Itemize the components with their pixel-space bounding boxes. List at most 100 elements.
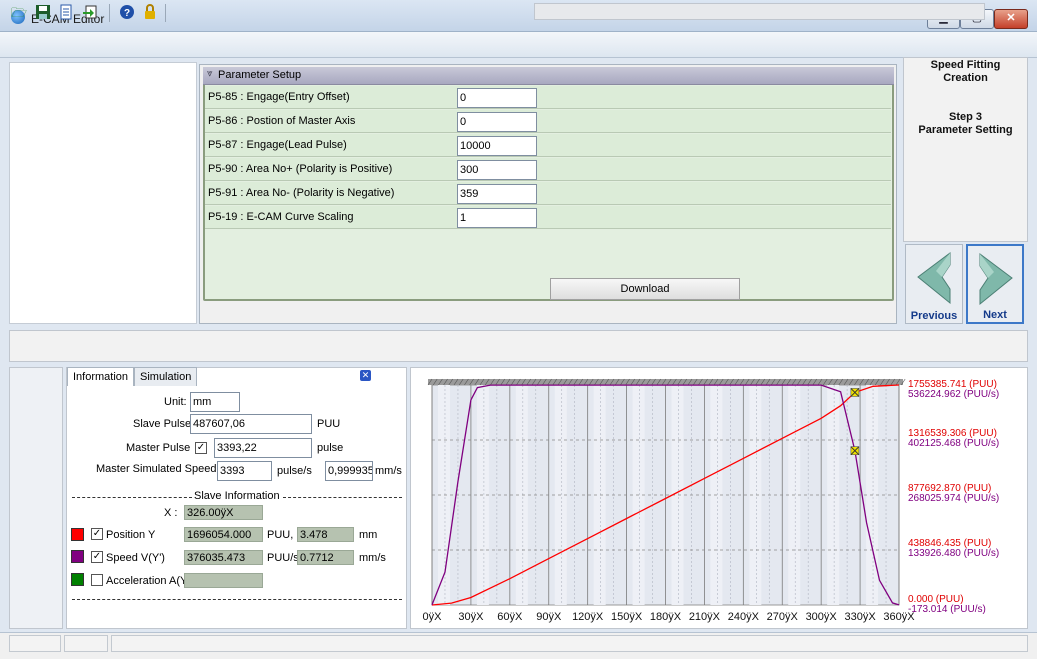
toolbar-status-box (534, 3, 985, 20)
left-panel (9, 62, 197, 324)
acceleration-label: Acceleration A(Y (106, 575, 188, 587)
master-speed-field-2[interactable]: 0,999935 (325, 461, 373, 481)
chevron-down-icon[interactable]: ⩔ (207, 68, 213, 79)
param-input[interactable] (457, 160, 537, 180)
position-unit-2: mm (359, 529, 378, 541)
unit-label: Unit: (164, 396, 187, 408)
wizard-title-line1: Speed Fitting (930, 59, 1001, 71)
speed-checkbox[interactable]: ✓ (91, 551, 103, 563)
divider (72, 599, 402, 600)
param-input[interactable] (457, 136, 537, 156)
position-unit: PUU, (267, 529, 294, 541)
param-row: P5-19 : E-CAM Curve Scaling (205, 206, 891, 229)
slave-pulse-label: Slave Pulse (133, 418, 192, 430)
next-button[interactable]: Next (966, 244, 1024, 324)
status-cell (111, 635, 1028, 652)
arrow-left-icon (917, 252, 951, 305)
toolbar-separator (109, 4, 110, 22)
speed-value-2: 0.7712 (297, 550, 354, 565)
param-row: P5-85 : Engage(Entry Offset) (205, 86, 891, 109)
speed-axis-label: -173.014 (PUU/s) (908, 604, 986, 615)
master-speed-label: Master Simulated Speed (96, 463, 217, 475)
divider (72, 497, 192, 498)
acceleration-value (184, 573, 263, 588)
message-bar (9, 330, 1028, 362)
x-tick-label: 90ÿX (536, 611, 562, 623)
x-tick-label: 300ÿX (806, 611, 838, 623)
lock-icon[interactable] (141, 4, 159, 22)
x-tick-label: 210ÿX (689, 611, 721, 623)
master-speed-unit-2: mm/s (375, 465, 402, 477)
x-tick-label: 180ÿX (650, 611, 682, 623)
x-tick-label: 30ÿX (458, 611, 484, 623)
param-label: P5-90 : Area No+ (Polarity is Positive) (208, 163, 393, 175)
x-tick-label: 120ÿX (572, 611, 604, 623)
previous-button[interactable]: Previous (905, 244, 963, 324)
slave-pulse-field[interactable]: 487607,06 (190, 414, 312, 434)
divider (283, 497, 402, 498)
open-folder-icon[interactable]: 🗁 (10, 4, 28, 22)
position-checkbox[interactable]: ✓ (91, 528, 103, 540)
document-icon[interactable] (57, 4, 75, 22)
tab-simulation[interactable]: Simulation (134, 367, 198, 386)
acceleration-color-swatch[interactable] (71, 573, 84, 586)
x-value: 326.00ÿX (184, 505, 263, 520)
previous-label: Previous (910, 310, 958, 322)
master-speed-field[interactable]: 3393 (217, 461, 272, 481)
status-cell (9, 635, 61, 652)
svg-text:?: ? (124, 8, 130, 19)
master-pulse-field[interactable]: 3393,22 (214, 438, 312, 458)
wizard-title-line2: Creation (943, 72, 988, 84)
x-label: X : (164, 507, 178, 519)
speed-axis-label: 133926.480 (PUU/s) (908, 548, 999, 559)
master-pulse-checkbox[interactable]: ✓ (195, 442, 207, 454)
export-icon[interactable] (81, 4, 99, 22)
param-row: P5-91 : Area No- (Polarity is Negative) (205, 182, 891, 205)
parameter-setup-title: Parameter Setup (218, 69, 302, 81)
speed-axis-label: 536224.962 (PUU/s) (908, 389, 999, 400)
position-color-swatch[interactable] (71, 528, 84, 541)
close-button[interactable]: ✕ (994, 9, 1028, 29)
speed-unit-2: mm/s (359, 552, 386, 564)
x-tick-label: 0ÿX (423, 611, 443, 623)
param-input[interactable] (457, 112, 537, 132)
position-value-2: 3.478 (297, 527, 354, 542)
slave-info-heading: Slave Information (194, 490, 280, 502)
acceleration-checkbox[interactable] (91, 574, 103, 586)
param-input[interactable] (457, 184, 537, 204)
x-tick-label: 240ÿX (728, 611, 760, 623)
master-speed-unit: pulse/s (277, 465, 312, 477)
speed-axis-label: 402125.468 (PUU/s) (908, 438, 999, 449)
x-tick-label: 60ÿX (497, 611, 523, 623)
side-panel (9, 367, 63, 629)
master-pulse-unit: pulse (317, 442, 344, 454)
status-cell (64, 635, 108, 652)
param-label: P5-87 : Engage(Lead Pulse) (208, 139, 347, 151)
toolbar-separator (165, 4, 166, 22)
param-row: P5-86 : Postion of Master Axis (205, 110, 891, 133)
arrow-right-icon (979, 253, 1013, 306)
speed-color-swatch[interactable] (71, 550, 84, 563)
speed-value: 376035.473 (184, 550, 263, 565)
param-input[interactable] (457, 208, 537, 228)
unit-field[interactable]: mm (190, 392, 240, 412)
position-value: 1696054.000 (184, 527, 263, 542)
wizard-step-name: Parameter Setting (918, 124, 1013, 136)
param-input[interactable] (457, 88, 537, 108)
parameter-setup-header[interactable] (203, 67, 894, 85)
tab-information[interactable]: Information (67, 367, 135, 386)
download-button[interactable]: Download (550, 278, 740, 300)
master-pulse-label: Master Pulse (126, 442, 191, 454)
wizard-step-number: Step 3 (948, 111, 982, 123)
wizard-step-panel (903, 57, 1028, 242)
help-icon[interactable]: ? (118, 4, 136, 22)
x-tick-label: 330ÿX (844, 611, 876, 623)
toolbar (0, 32, 1037, 58)
x-tick-label: 150ÿX (611, 611, 643, 623)
ecam-chart[interactable]: 0ÿX 30ÿX 60ÿX 90ÿX 120ÿX 150ÿX 180ÿX 210ÿX 240ÿX… (411, 368, 1027, 628)
speed-label: Speed V(Y') (106, 552, 165, 564)
position-label: Position Y (106, 529, 156, 541)
speed-axis-label: 268025.974 (PUU/s) (908, 493, 999, 504)
close-icon[interactable]: ✕ (360, 370, 371, 381)
save-icon[interactable] (34, 4, 52, 22)
